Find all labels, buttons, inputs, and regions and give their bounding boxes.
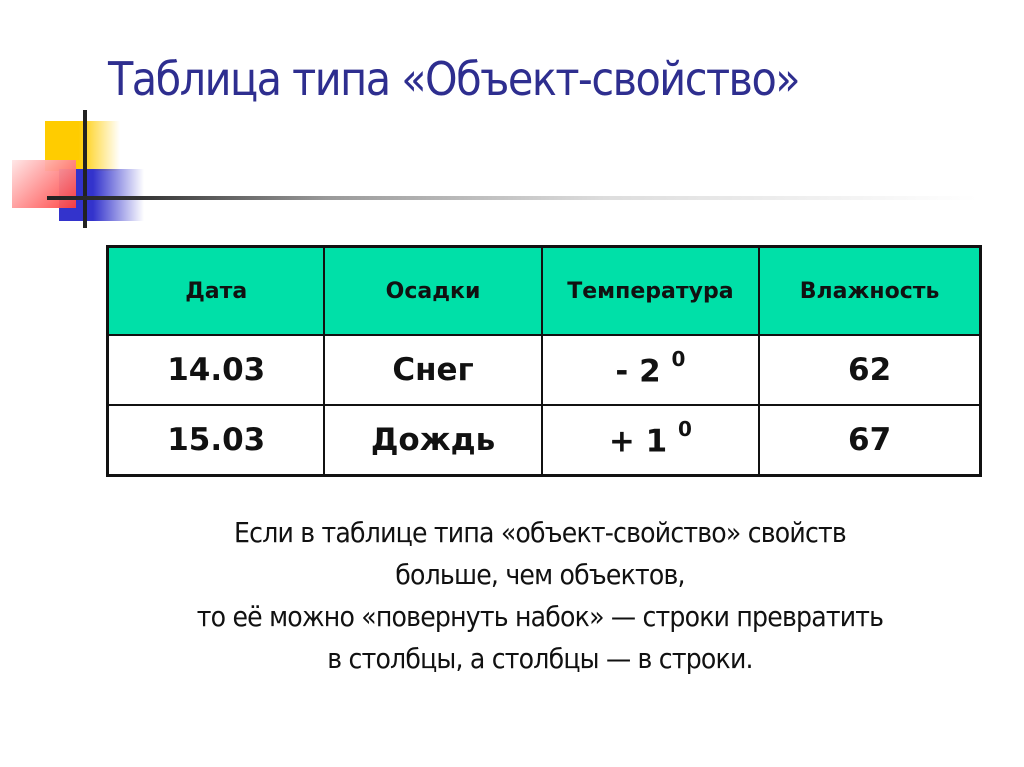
cell-humidity: 67 <box>758 404 982 477</box>
table-row: 14.03 Снег - 2 0 62 <box>106 334 982 406</box>
header-humidity: Влажность <box>758 245 982 336</box>
cell-precipitation: Снег <box>323 334 543 406</box>
temperature-value: + 1 <box>608 423 668 460</box>
red-square-decoration <box>12 160 76 208</box>
header-precipitation: Осадки <box>323 245 543 336</box>
slide-title: Таблица типа «Объект-свойство» <box>108 52 801 106</box>
object-property-table: Дата Осадки Температура Влажность 14.03 … <box>106 245 982 477</box>
cell-temperature: + 1 0 <box>540 404 761 477</box>
decorative-logo <box>0 100 200 240</box>
explanation-line: в столбцы, а столбцы — в строки. <box>327 642 753 675</box>
explanation-line: то её можно «повернуть набок» — строки п… <box>196 600 884 633</box>
cell-precipitation: Дождь <box>323 404 543 477</box>
table-header-row: Дата Осадки Температура Влажность <box>106 245 982 336</box>
cell-date: 15.03 <box>106 404 326 477</box>
header-temperature: Температура <box>540 245 761 336</box>
temperature-value: - 2 <box>615 353 661 390</box>
cell-humidity: 62 <box>758 334 982 406</box>
table-row: 15.03 Дождь + 1 0 67 <box>106 404 982 477</box>
title-underline <box>47 196 977 200</box>
cell-temperature: - 2 0 <box>540 334 761 406</box>
cell-date: 14.03 <box>106 334 326 406</box>
explanation-line: Если в таблице типа «объект-свойство» св… <box>234 516 847 549</box>
degree-mark: 0 <box>671 346 686 371</box>
degree-mark: 0 <box>678 416 692 441</box>
explanation-text: Если в таблице типа «объект-свойство» св… <box>100 512 980 680</box>
vertical-line-decoration <box>83 110 87 228</box>
explanation-line: больше, чем объектов, <box>395 558 685 591</box>
header-date: Дата <box>106 245 326 336</box>
